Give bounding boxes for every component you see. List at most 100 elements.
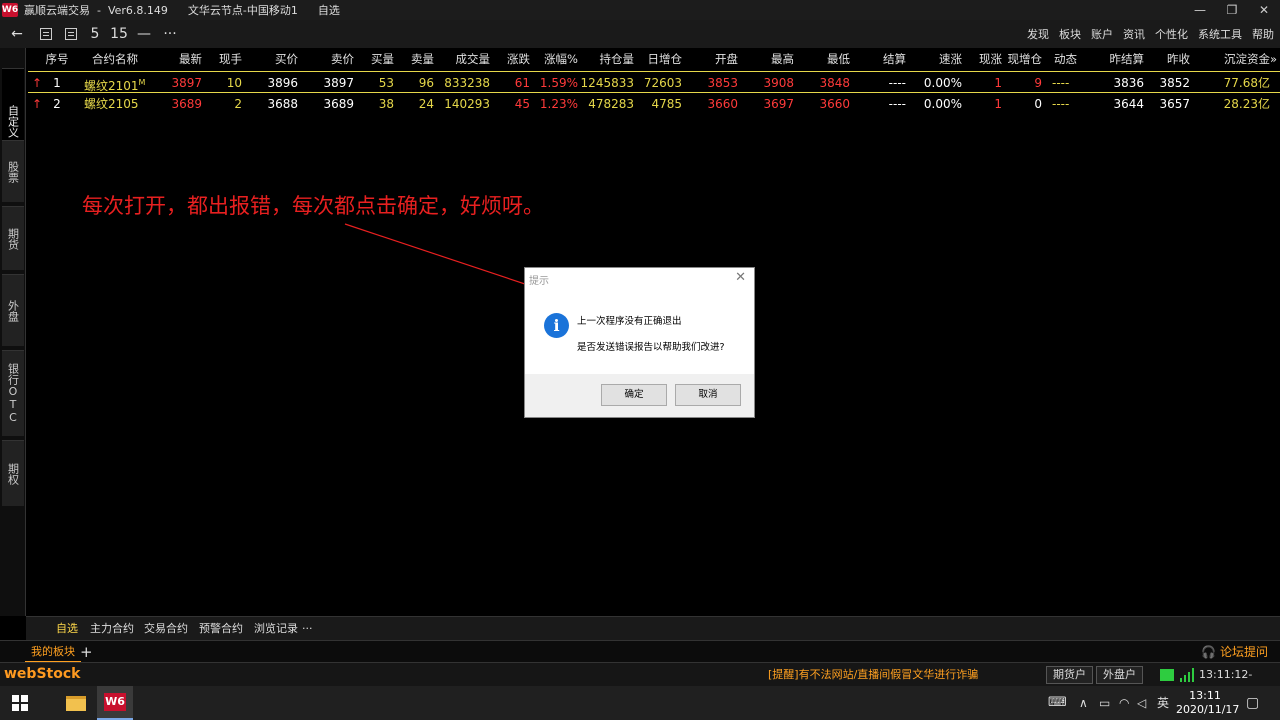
col-header[interactable]: 合约名称: [92, 48, 162, 70]
menu-discover[interactable]: 发现: [1027, 26, 1049, 42]
menu-personalize[interactable]: 个性化: [1155, 26, 1188, 42]
sector-bar: 我的板块 + 🎧 论坛提问: [0, 640, 1280, 663]
tab-bank-otc[interactable]: 银行OTC: [2, 350, 24, 436]
col-header[interactable]: 最新: [158, 48, 202, 70]
col-header[interactable]: 结算: [860, 48, 906, 70]
cell-ask-qty: 96: [418, 76, 434, 90]
cancel-button[interactable]: 取消: [675, 384, 741, 406]
cell-change-pct: 1.23%: [539, 97, 578, 111]
cell-low: 3660: [819, 97, 850, 111]
ok-button[interactable]: 确定: [601, 384, 667, 406]
col-header[interactable]: 涨跌: [494, 48, 530, 70]
app-logo-icon: W6: [1, 3, 19, 17]
restore-button[interactable]: ❐: [1216, 0, 1248, 20]
close-window-button[interactable]: ✕: [1248, 0, 1280, 20]
ime-indicator[interactable]: 英: [1157, 686, 1169, 720]
col-header[interactable]: 沉淀资金: [1210, 48, 1270, 70]
cell-dynamic: ----: [1052, 76, 1070, 90]
table-row[interactable]: ↑ 1 螺纹2101M 3897 10 3896 3897 53 96 8332…: [28, 71, 1280, 93]
cell-daily-oi-change: 72603: [643, 76, 682, 90]
futures-account-button[interactable]: 期货户: [1046, 666, 1093, 684]
col-header[interactable]: 现手: [206, 48, 242, 70]
cell-speed: 0.00%: [923, 76, 962, 90]
battery-icon[interactable]: ▭: [1099, 686, 1110, 720]
line-tool-button[interactable]: —: [132, 20, 156, 48]
col-header[interactable]: 卖价: [308, 48, 354, 70]
list-view-button[interactable]: [34, 20, 58, 48]
back-arrow-icon[interactable]: ←: [0, 20, 34, 48]
dialog-message-line1: 上一次程序没有正确退出: [577, 316, 682, 327]
table-row[interactable]: ↑ 2 螺纹2105 3689 2 3688 3689 38 24 140293…: [28, 93, 1280, 115]
touch-keyboard-icon[interactable]: ⌨: [1048, 686, 1067, 720]
cell-ask: 3689: [323, 97, 354, 111]
contract-name: 螺纹2105: [84, 97, 139, 111]
file-explorer-icon[interactable]: [63, 690, 89, 716]
system-clock[interactable]: 13:11 2020/11/17: [1176, 689, 1239, 717]
forum-link[interactable]: 🎧 论坛提问: [1201, 641, 1268, 663]
menu-news[interactable]: 资讯: [1123, 26, 1145, 42]
menu-help[interactable]: 帮助: [1252, 26, 1274, 42]
dialog-close-icon[interactable]: ✕: [735, 270, 746, 285]
col-header[interactable]: 昨收: [1150, 48, 1190, 70]
cell-last: 3897: [171, 76, 202, 90]
col-header[interactable]: 最高: [748, 48, 794, 70]
more-columns-icon[interactable]: »: [1270, 48, 1280, 70]
col-header[interactable]: 最低: [804, 48, 850, 70]
tab-stocks[interactable]: 股票: [2, 140, 24, 202]
tab-more[interactable]: ···: [302, 617, 313, 641]
col-header[interactable]: 涨幅%: [534, 48, 578, 70]
cell-speed: 0.00%: [923, 97, 962, 111]
quote-view-button[interactable]: [58, 20, 84, 48]
col-header[interactable]: 买量: [358, 48, 394, 70]
col-header[interactable]: 日增仓: [636, 48, 683, 70]
col-header[interactable]: 开盘: [692, 48, 738, 70]
notification-icon[interactable]: ▢: [1246, 686, 1259, 720]
col-header[interactable]: 现增仓: [1004, 48, 1043, 70]
menu-account[interactable]: 账户: [1091, 26, 1113, 42]
col-header[interactable]: 现涨: [970, 48, 1002, 70]
cell-bid-qty: 38: [378, 97, 394, 111]
col-header[interactable]: 卖量: [398, 48, 434, 70]
col-header[interactable]: 速涨: [916, 48, 962, 70]
tab-my-sectors[interactable]: 我的板块: [25, 641, 81, 663]
menu-sectors[interactable]: 板块: [1059, 26, 1081, 42]
fraud-notice[interactable]: [提醒]有不法网站/直播间假冒文华进行诈骗: [768, 663, 978, 687]
cell-volume-now: 10: [226, 76, 242, 90]
menu-system-tools[interactable]: 系统工具: [1198, 26, 1242, 42]
left-category-tabs: 自定义 股票 期货 外盘 银行OTC 期权: [0, 48, 26, 616]
tab-futures[interactable]: 期货: [2, 206, 24, 270]
col-header[interactable]: 昨结算: [1088, 48, 1145, 70]
col-header[interactable]: 动态: [1054, 48, 1090, 70]
cell-prev-close: 3657: [1159, 97, 1190, 111]
cell-settle: ----: [888, 76, 906, 90]
col-header[interactable]: 成交量: [440, 48, 491, 70]
cell-bid: 3688: [267, 97, 298, 111]
col-header[interactable]: 持仓量: [578, 48, 635, 70]
tab-watchlist[interactable]: 自选: [56, 617, 78, 641]
wifi-icon[interactable]: ◠: [1119, 686, 1129, 720]
period-15-button[interactable]: 15: [106, 20, 132, 48]
wenhua-app-taskbar-icon[interactable]: W6: [97, 686, 133, 720]
row-index: 1: [53, 76, 61, 90]
tab-browse-history[interactable]: 浏览记录: [254, 617, 298, 641]
volume-icon[interactable]: ◁: [1137, 686, 1146, 720]
tab-main-contracts[interactable]: 主力合约: [90, 617, 134, 641]
minimize-button[interactable]: —: [1184, 0, 1216, 20]
tab-alert-contracts[interactable]: 预警合约: [199, 617, 243, 641]
cell-prev-settle: 3836: [1113, 76, 1144, 90]
table-header: 序号 合约名称 最新 现手 买价 卖价 买量 卖量 成交量 涨跌 涨幅% 持仓量…: [28, 48, 1280, 70]
tray-expand-icon[interactable]: ∧: [1079, 686, 1088, 720]
cell-open-interest: 478283: [588, 97, 634, 111]
col-header[interactable]: 买价: [252, 48, 298, 70]
windows-start-icon[interactable]: [12, 695, 28, 711]
period-5-button[interactable]: 5: [84, 20, 106, 48]
cell-prev-settle: 3644: [1113, 97, 1144, 111]
signal-bars-icon: [1180, 668, 1194, 682]
tab-trading-contracts[interactable]: 交易合约: [144, 617, 188, 641]
more-tools-button[interactable]: ···: [156, 20, 184, 48]
col-header[interactable]: 序号: [42, 48, 72, 70]
tab-foreign[interactable]: 外盘: [2, 274, 24, 346]
tab-options[interactable]: 期权: [2, 440, 24, 506]
foreign-account-button[interactable]: 外盘户: [1096, 666, 1143, 684]
add-sector-icon[interactable]: +: [80, 641, 93, 663]
